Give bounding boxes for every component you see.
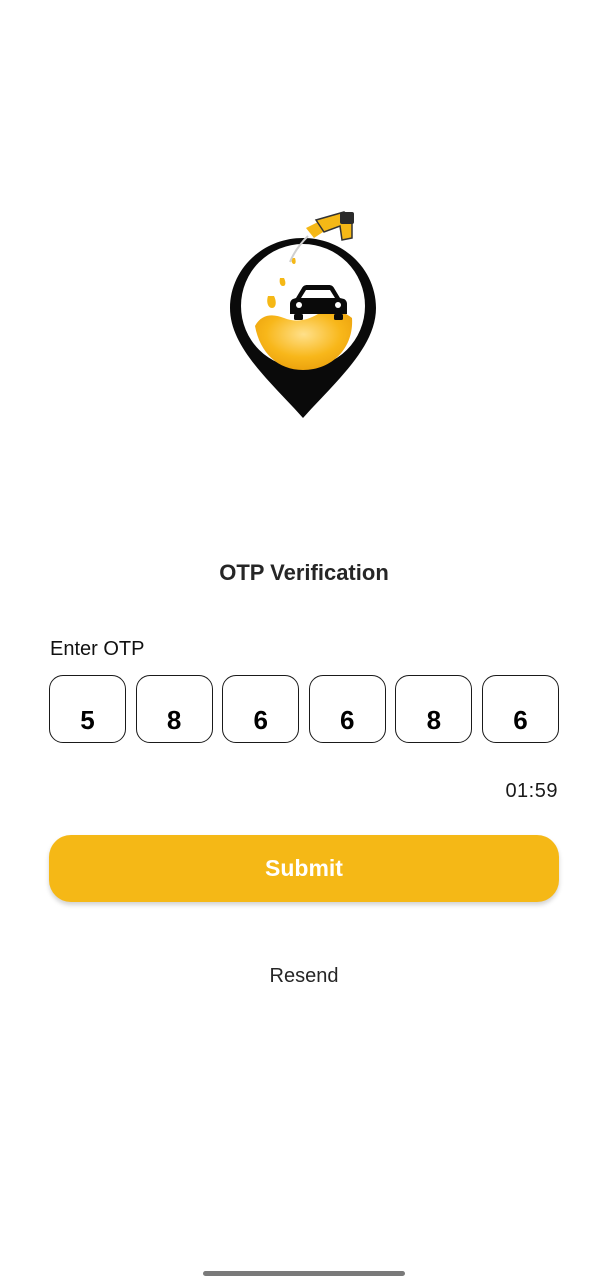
- page-title: OTP Verification: [219, 560, 389, 585]
- otp-digit-1[interactable]: 5: [49, 675, 126, 743]
- otp-label: Enter OTP: [50, 638, 145, 660]
- resend-link[interactable]: Resend: [0, 965, 608, 988]
- fuel-pin-car-logo: [230, 211, 376, 418]
- submit-button[interactable]: Submit: [49, 835, 559, 902]
- otp-digit-5[interactable]: 8: [395, 675, 473, 743]
- otp-digit-3[interactable]: 6: [222, 675, 300, 743]
- otp-digit-2[interactable]: 8: [135, 675, 213, 743]
- countdown-timer: 01:59: [505, 780, 558, 802]
- otp-digit-6[interactable]: 6: [481, 675, 559, 743]
- otp-input-group: 5 8 6 6 8 6: [49, 675, 559, 746]
- otp-digit-4[interactable]: 6: [308, 675, 386, 743]
- home-indicator[interactable]: [203, 1271, 405, 1276]
